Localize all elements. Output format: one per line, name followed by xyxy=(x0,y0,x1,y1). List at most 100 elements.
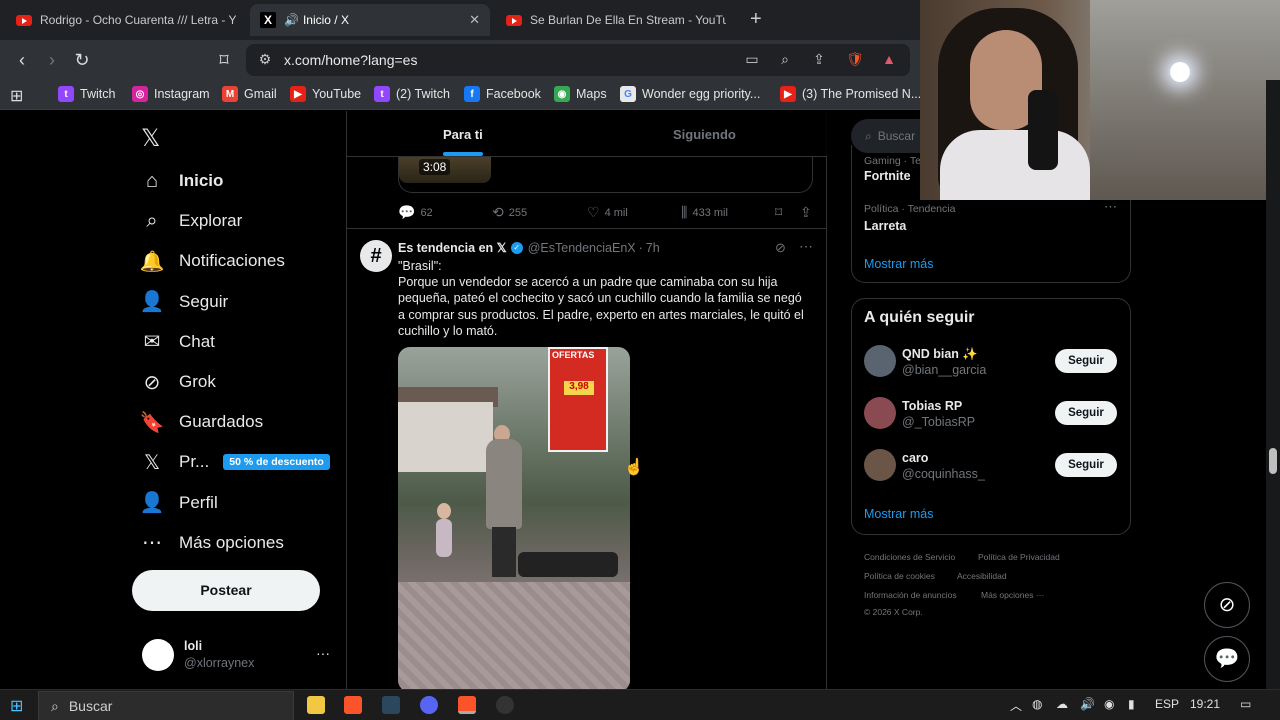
suggestion-name[interactable]: QND bian ✨ xyxy=(902,347,978,362)
zoom-icon[interactable]: ⌕ xyxy=(776,51,794,69)
back-icon[interactable]: ‹ xyxy=(10,48,34,72)
suggestion-name[interactable]: Tobias RP xyxy=(902,399,962,413)
show-more-link[interactable]: Mostrar más xyxy=(864,507,933,521)
sidebar-item-follow[interactable]: 👤 Seguir xyxy=(140,287,229,317)
footer-link[interactable]: Información de anuncios xyxy=(864,590,957,600)
footer-link[interactable]: Más opciones ··· xyxy=(981,590,1044,600)
suggestion-handle[interactable]: @bian__garcia xyxy=(902,363,986,377)
volume-icon[interactable]: 🔊 xyxy=(1080,697,1095,711)
footer-link[interactable]: Accesibilidad xyxy=(957,571,1007,581)
sidebar-item-explore[interactable]: ⌕ Explorar xyxy=(140,206,242,236)
scrollbar-thumb[interactable] xyxy=(1269,448,1277,474)
browser-tab[interactable]: Se Burlan De Ella En Stream - YouTub xyxy=(496,4,736,36)
tweet-author[interactable]: Es tendencia en 𝕏 xyxy=(398,240,507,255)
avatar[interactable] xyxy=(864,449,896,481)
tweet-video[interactable]: OFERTAS 3,98 xyxy=(398,347,630,689)
browser-tab[interactable]: Rodrigo - Ocho Cuarenta /// Letra - Y xyxy=(6,4,246,36)
trend-item[interactable]: Larreta xyxy=(864,219,906,233)
brave-icon[interactable] xyxy=(344,696,362,714)
audio-icon[interactable]: 🔊 xyxy=(284,13,299,27)
steam-tray-icon[interactable]: ◉ xyxy=(1104,697,1114,711)
sidebar-item-premium[interactable]: 𝕏 Pr... 50 % de descuento xyxy=(140,447,330,477)
scrollbar[interactable] xyxy=(1266,80,1280,689)
sidebar-item-chat[interactable]: ✉ Chat xyxy=(140,327,215,357)
app-icon[interactable] xyxy=(496,696,514,714)
share-icon[interactable]: ⇪ xyxy=(810,51,828,69)
more-icon[interactable]: ⋯ xyxy=(1104,199,1117,215)
reply-button[interactable]: 💬 62 xyxy=(398,204,433,221)
site-info-icon[interactable]: ⚙ xyxy=(256,51,274,69)
bookmark-item[interactable]: ◉ Maps xyxy=(554,86,607,102)
chat-fab-icon[interactable]: 💬 xyxy=(1204,636,1250,682)
discount-badge[interactable]: 50 % de descuento xyxy=(223,454,330,471)
forward-icon[interactable]: › xyxy=(40,48,64,72)
bookmark-item[interactable]: t (2) Twitch xyxy=(374,86,450,102)
sidebar-item-more-options[interactable]: ⋯ Más opciones xyxy=(140,528,284,558)
follow-button[interactable]: Seguir xyxy=(1055,401,1117,425)
clock[interactable]: 19:21 xyxy=(1190,697,1220,711)
show-more-link[interactable]: Mostrar más xyxy=(864,257,933,271)
share-post-button[interactable]: ⇪ xyxy=(800,204,817,221)
tab-siguiendo[interactable]: Siguiendo xyxy=(673,127,736,142)
sidebar-item-notifications[interactable]: 🔔 Notificaciones xyxy=(140,246,285,276)
footer-link[interactable]: Condiciones de Servicio xyxy=(864,552,955,562)
suggestion-handle[interactable]: @_TobiasRP xyxy=(902,415,975,429)
chevron-up-icon[interactable]: ︿ xyxy=(1010,697,1022,714)
brave-active-icon[interactable] xyxy=(458,696,476,714)
bookmark-item[interactable]: ▶ YouTube xyxy=(290,86,361,102)
bookmark-item[interactable]: ▶ (3) The Promised N... xyxy=(780,86,921,102)
tweet[interactable]: # Es tendencia en 𝕏 ✓ @EsTendenciaEnX · … xyxy=(347,228,827,689)
account-switcher[interactable]: loli @xlorraynex ··· xyxy=(142,635,332,675)
avatar[interactable] xyxy=(864,397,896,429)
footer-link[interactable]: Política de cookies xyxy=(864,571,935,581)
steam-icon[interactable] xyxy=(382,696,400,714)
discord-tray-icon[interactable]: ◍ xyxy=(1032,697,1042,711)
browser-tab-active[interactable]: X 🔊 Inicio / X ✕ xyxy=(250,4,490,36)
post-button[interactable]: Postear xyxy=(132,570,320,611)
bookmark-icon[interactable]: ⌑ xyxy=(212,48,236,72)
bookmark-item[interactable]: t Twitch xyxy=(58,86,115,102)
address-bar[interactable]: ⚙ x.com/home?lang=es ▭ ⌕ ⇪ 🛡 ▲ xyxy=(246,44,910,76)
tweet-handle[interactable]: @EsTendenciaEnX xyxy=(528,241,636,255)
suggestion-handle[interactable]: @coquinhass_ xyxy=(902,467,985,481)
sidebar-item-profile[interactable]: 👤 Perfil xyxy=(140,488,218,518)
bookmark-item[interactable]: G Wonder egg priority... xyxy=(620,86,760,102)
usb-icon[interactable]: ▮ xyxy=(1128,697,1135,711)
discord-icon[interactable] xyxy=(420,696,438,714)
trend-item[interactable]: Fortnite xyxy=(864,169,911,183)
taskbar-search[interactable]: ⌕ Buscar xyxy=(38,691,294,720)
sidebar-item-bookmarks[interactable]: 🔖 Guardados xyxy=(140,407,264,437)
repost-button[interactable]: ⟲ 255 xyxy=(492,204,527,221)
avatar[interactable] xyxy=(864,345,896,377)
video-thumbnail[interactable]: 3:08 xyxy=(399,157,491,183)
notifications-icon[interactable]: ▭ xyxy=(1240,697,1251,711)
like-button[interactable]: ♡ 4 mil xyxy=(587,204,628,221)
views-button[interactable]: ⫼ 433 mil xyxy=(681,204,728,221)
sidebar-item-home[interactable]: ⌂ Inicio xyxy=(140,166,223,196)
bookmark-item[interactable]: ◎ Instagram xyxy=(132,86,210,102)
grok-icon[interactable]: ⊘ xyxy=(775,240,786,256)
cast-icon[interactable]: ▭ xyxy=(743,51,761,69)
suggestion-name[interactable]: caro xyxy=(902,451,928,465)
language-indicator[interactable]: ESP xyxy=(1155,697,1179,711)
tab-para-ti[interactable]: Para ti xyxy=(443,127,483,142)
close-tab-icon[interactable]: ✕ xyxy=(469,12,480,28)
hashtag-avatar-icon[interactable]: # xyxy=(360,240,392,272)
grok-fab-icon[interactable]: ⊘ xyxy=(1204,582,1250,628)
bookmark-item[interactable]: M Gmail xyxy=(222,86,277,102)
follow-button[interactable]: Seguir xyxy=(1055,453,1117,477)
brave-shield-icon[interactable]: 🛡 xyxy=(846,51,864,69)
cloud-icon[interactable]: ☁ xyxy=(1056,697,1068,711)
bookmark-post-button[interactable]: ⌑ xyxy=(775,204,787,221)
tweet-time[interactable]: 7h xyxy=(646,241,660,255)
x-logo-icon[interactable]: 𝕏 xyxy=(141,124,160,153)
reload-icon[interactable]: ↻ xyxy=(70,48,94,72)
new-tab-button[interactable]: + xyxy=(750,8,762,31)
bookmark-item[interactable]: f Facebook xyxy=(464,86,541,102)
apps-icon[interactable]: ⊞ xyxy=(10,86,23,106)
brave-rewards-icon[interactable]: ▲ xyxy=(880,51,898,69)
media-card[interactable]: 3:08 xyxy=(398,157,813,193)
more-icon[interactable]: ··· xyxy=(316,645,330,661)
file-explorer-icon[interactable] xyxy=(307,696,325,714)
windows-start-icon[interactable]: ⊞ xyxy=(10,696,23,716)
